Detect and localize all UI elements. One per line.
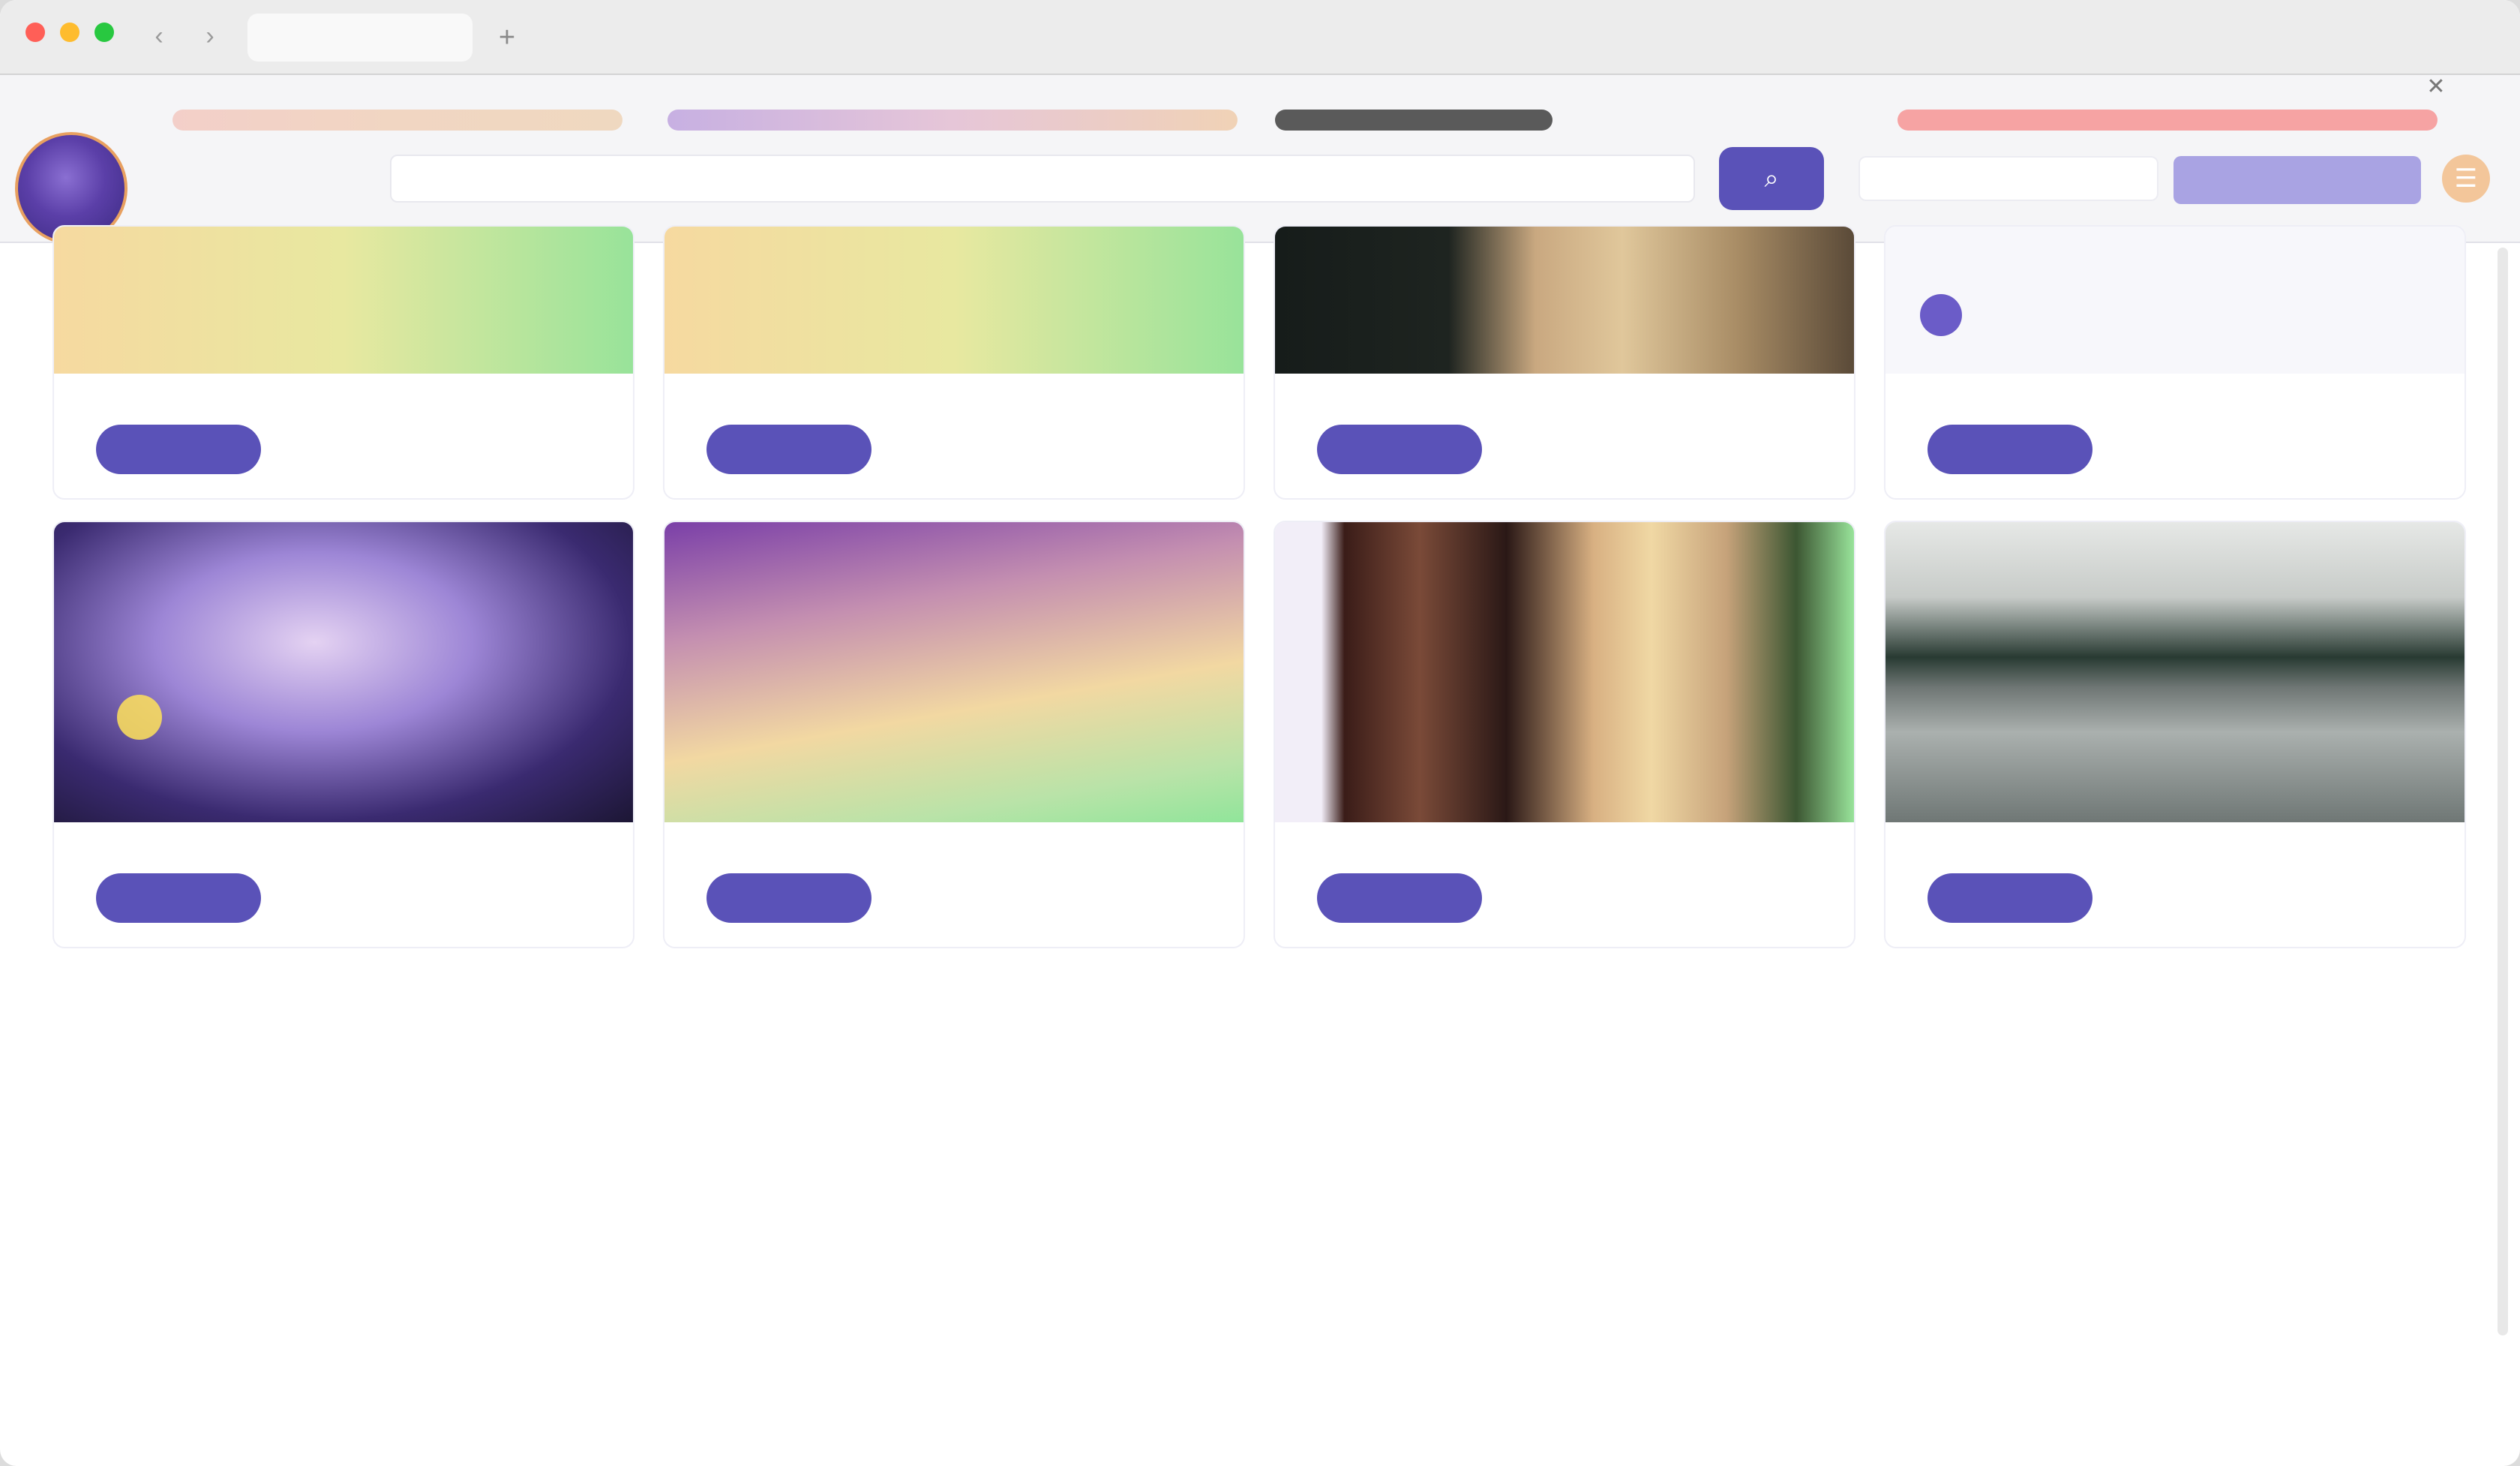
browser-chrome: ‹ › + <box>0 0 2520 75</box>
card-image[interactable] <box>664 227 1244 374</box>
header-input-field[interactable] <box>1858 156 2158 201</box>
content-card <box>52 225 634 500</box>
light-glow <box>117 695 162 740</box>
header-banner-strip <box>668 110 1238 131</box>
content-card <box>1884 521 2466 948</box>
card-column <box>52 225 634 948</box>
browser-nav: ‹ › <box>142 20 226 53</box>
card-image[interactable] <box>1275 227 1854 374</box>
card-button[interactable] <box>706 873 872 923</box>
card-image[interactable] <box>664 522 1244 822</box>
header-banner-strip <box>172 110 622 131</box>
browser-window: ‹ › + ✕ ⌕ ☰ <box>0 0 2520 1466</box>
card-image[interactable] <box>1275 522 1854 822</box>
content-card <box>663 225 1245 500</box>
search-input[interactable] <box>390 155 1695 203</box>
content-card <box>1274 521 1856 948</box>
card-image[interactable] <box>1886 522 2464 822</box>
zoom-window-button[interactable] <box>94 23 114 42</box>
content-card <box>663 521 1245 948</box>
card-button[interactable] <box>706 425 872 474</box>
card-button[interactable] <box>1928 873 2092 923</box>
card-column <box>663 225 1245 948</box>
close-window-button[interactable] <box>26 23 45 42</box>
content-grid <box>52 225 2468 948</box>
card-button[interactable] <box>96 425 261 474</box>
page-scrollbar[interactable] <box>2498 248 2508 1335</box>
back-icon[interactable]: ‹ <box>142 20 176 53</box>
card-button[interactable] <box>1317 425 1482 474</box>
minimize-window-button[interactable] <box>60 23 80 42</box>
new-tab-icon[interactable]: + <box>488 18 526 57</box>
avatar[interactable] <box>1920 294 1962 336</box>
card-column <box>1884 225 2466 948</box>
card-button[interactable] <box>96 873 261 923</box>
browser-tab-active[interactable] <box>248 14 472 62</box>
content-card <box>1274 225 1856 500</box>
content-card <box>52 521 634 948</box>
menu-icon[interactable]: ☰ <box>2442 155 2490 203</box>
card-image[interactable] <box>54 227 633 374</box>
card-header <box>1886 227 2464 374</box>
content-card <box>1884 225 2466 500</box>
card-column <box>1274 225 1856 948</box>
search-button[interactable]: ⌕ <box>1719 147 1824 210</box>
card-button[interactable] <box>1317 873 1482 923</box>
search-icon: ⌕ <box>1764 164 1779 193</box>
header-action-button[interactable] <box>2174 156 2421 204</box>
card-button[interactable] <box>1928 425 2092 474</box>
close-icon[interactable]: ✕ <box>2421 72 2451 102</box>
window-controls <box>26 23 114 42</box>
header-banner-strip <box>1275 110 1552 131</box>
header-banner-strip <box>1898 110 2438 131</box>
forward-icon[interactable]: › <box>194 20 226 53</box>
card-image[interactable] <box>54 522 633 822</box>
